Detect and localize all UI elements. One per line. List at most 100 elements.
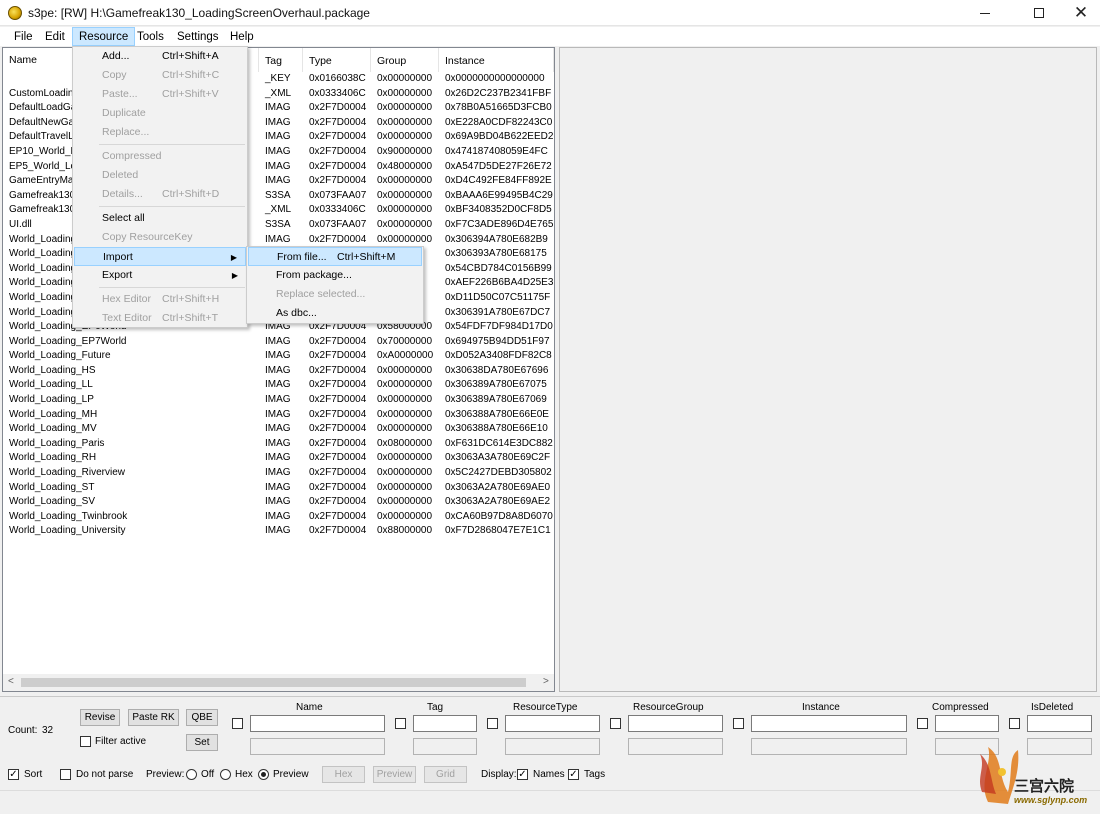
column-tag[interactable]: Tag xyxy=(259,48,303,72)
table-row[interactable]: World_Loading_LL IMAG 0x2F7D0004 0x00000000… xyxy=(3,378,554,393)
menu-edit[interactable]: Edit xyxy=(39,29,71,46)
cell-group: 0x00000000 xyxy=(377,175,433,187)
qbe-button[interactable]: QBE xyxy=(186,709,218,726)
horizontal-scrollbar[interactable]: < > xyxy=(3,674,554,691)
cell-group: 0x00000000 xyxy=(377,233,433,245)
filter-active-checkbox[interactable] xyxy=(80,736,91,747)
grid-button[interactable]: Grid xyxy=(424,766,467,783)
menu-item-label: Compressed xyxy=(102,150,162,162)
revise-button[interactable]: Revise xyxy=(80,709,120,726)
table-row[interactable]: World_Loading_Paris IMAG 0x2F7D0004 0x08000… xyxy=(3,437,554,452)
resource-menu-item-add[interactable]: Add... Ctrl+Shift+A xyxy=(74,47,246,66)
resource-menu-item-hex-editor[interactable]: Hex Editor Ctrl+Shift+H xyxy=(74,290,246,309)
group-filter-checkbox[interactable] xyxy=(610,718,621,729)
resource-menu-item-select-all[interactable]: Select all xyxy=(74,209,246,228)
set-button[interactable]: Set xyxy=(186,734,218,751)
maximize-button[interactable] xyxy=(1016,0,1062,26)
status-bar xyxy=(0,790,1100,814)
preview-off-radio[interactable] xyxy=(186,769,197,780)
resource-menu-item-text-editor[interactable]: Text Editor Ctrl+Shift+T xyxy=(74,309,246,328)
import-menu-item-from-package[interactable]: From package... xyxy=(248,266,422,285)
menu-item-label: Deleted xyxy=(102,169,139,181)
preview-preview-radio[interactable] xyxy=(258,769,269,780)
resource-menu-item-paste[interactable]: Paste... Ctrl+Shift+V xyxy=(74,85,246,104)
menu-item-shortcut: Ctrl+Shift+A xyxy=(162,50,219,62)
instance-filter-input[interactable] xyxy=(751,715,907,732)
minimize-button[interactable] xyxy=(962,0,1008,26)
tags-checkbox[interactable]: ✓ xyxy=(568,769,579,780)
cell-instance: 0x3063A2A780E69AE2 xyxy=(445,496,551,508)
submenu-arrow-icon: ▶ xyxy=(230,253,237,262)
sort-checkbox[interactable]: ✓ xyxy=(8,769,19,780)
menu-file[interactable]: File xyxy=(8,29,39,46)
menu-help[interactable]: Help xyxy=(224,29,260,46)
resource-menu-item-copy-resourcekey[interactable]: Copy ResourceKey xyxy=(74,228,246,247)
resource-menu-item-import[interactable]: Import ▶ xyxy=(74,247,246,266)
import-menu-item-as-dbc[interactable]: As dbc... xyxy=(248,304,422,323)
menu-tools[interactable]: Tools xyxy=(131,29,170,46)
name-filter-checkbox[interactable] xyxy=(232,718,243,729)
preview-button[interactable]: Preview xyxy=(373,766,416,783)
scroll-left-icon[interactable]: < xyxy=(8,676,14,687)
resource-menu-item-export[interactable]: Export ▶ xyxy=(74,266,246,285)
menu-item-label: Replace... xyxy=(102,126,150,138)
group-filter-input[interactable] xyxy=(628,715,723,732)
close-button[interactable]: ✕ xyxy=(1058,0,1100,26)
table-row[interactable]: World_Loading_University IMAG 0x2F7D0004 0x… xyxy=(3,524,554,539)
preview-hex-radio[interactable] xyxy=(220,769,231,780)
instance-filter-checkbox[interactable] xyxy=(733,718,744,729)
table-row[interactable]: World_Loading_MV IMAG 0x2F7D0004 0x00000000… xyxy=(3,422,554,437)
column-type[interactable]: Type xyxy=(303,48,371,72)
check-icon: ✓ xyxy=(569,769,578,780)
menu-settings[interactable]: Settings xyxy=(171,29,225,46)
table-row[interactable]: World_Loading_RH IMAG 0x2F7D0004 0x00000000… xyxy=(3,451,554,466)
cell-instance: 0x5C2427DEBD305802 xyxy=(445,467,552,479)
watermark-url: www.sglynp.com xyxy=(1014,795,1088,805)
tag-filter-checkbox[interactable] xyxy=(395,718,406,729)
column-instance[interactable]: Instance xyxy=(439,48,554,72)
type-filter-input[interactable] xyxy=(505,715,600,732)
isdeleted-filter-input[interactable] xyxy=(1027,715,1092,732)
hex-button[interactable]: Hex xyxy=(322,766,365,783)
resource-menu-item-replace[interactable]: Replace... xyxy=(74,123,246,142)
resource-menu-item-copy[interactable]: Copy Ctrl+Shift+C xyxy=(74,66,246,85)
cell-name: World_Loading_RH xyxy=(9,452,97,464)
resource-menu-item-deleted[interactable]: Deleted xyxy=(74,166,246,185)
isdeleted-filter-checkbox[interactable] xyxy=(1009,718,1020,729)
tag-filter-input[interactable] xyxy=(413,715,477,732)
table-row[interactable]: World_Loading_MH IMAG 0x2F7D0004 0x00000000… xyxy=(3,408,554,423)
import-menu-item-replace-selected[interactable]: Replace selected... xyxy=(248,285,422,304)
names-checkbox[interactable]: ✓ xyxy=(517,769,528,780)
scroll-thumb[interactable] xyxy=(21,678,526,687)
paste-rk-button[interactable]: Paste RK xyxy=(128,709,179,726)
menu-item-label: Details... xyxy=(102,188,143,200)
table-row[interactable]: World_Loading_EP7World IMAG 0x2F7D0004 0x70… xyxy=(3,335,554,350)
compressed-filter-input[interactable] xyxy=(935,715,999,732)
compressed-filter-checkbox[interactable] xyxy=(917,718,928,729)
name-filter-input[interactable] xyxy=(250,715,385,732)
table-row[interactable]: World_Loading_LP IMAG 0x2F7D0004 0x00000000… xyxy=(3,393,554,408)
cell-instance: 0x26D2C237B2341FBF xyxy=(445,87,552,99)
menu-resource[interactable]: Resource xyxy=(72,27,136,46)
type-filter-checkbox[interactable] xyxy=(487,718,498,729)
table-row[interactable]: World_Loading_Future IMAG 0x2F7D0004 0xA000… xyxy=(3,349,554,364)
do-not-parse-checkbox[interactable] xyxy=(60,769,71,780)
table-row[interactable]: World_Loading_ST IMAG 0x2F7D0004 0x00000000… xyxy=(3,481,554,496)
table-row[interactable]: World_Loading_HS IMAG 0x2F7D0004 0x00000000… xyxy=(3,364,554,379)
cell-name: World_Loading_MH xyxy=(9,408,98,420)
tag-filter-input-2 xyxy=(413,738,477,755)
resource-menu-item-details[interactable]: Details... Ctrl+Shift+D xyxy=(74,185,246,204)
cell-name: World_Loading_MV xyxy=(9,423,97,435)
resource-menu-item-duplicate[interactable]: Duplicate xyxy=(74,104,246,123)
column-group[interactable]: Group xyxy=(371,48,439,72)
cell-type: 0x2F7D0004 xyxy=(309,131,367,143)
cell-type: 0x2F7D0004 xyxy=(309,102,367,114)
cell-name: World_Loading_Future xyxy=(9,350,111,362)
import-menu-item-from-file[interactable]: From file... Ctrl+Shift+M xyxy=(248,247,422,266)
table-row[interactable]: World_Loading_SV IMAG 0x2F7D0004 0x00000000… xyxy=(3,495,554,510)
resource-menu-item-compressed[interactable]: Compressed xyxy=(74,147,246,166)
table-row[interactable]: World_Loading_Riverview IMAG 0x2F7D0004 0x0… xyxy=(3,466,554,481)
table-row[interactable]: World_Loading_Twinbrook IMAG 0x2F7D0004 0x0… xyxy=(3,510,554,525)
cell-tag: IMAG xyxy=(265,525,291,537)
scroll-right-icon[interactable]: > xyxy=(543,676,549,687)
